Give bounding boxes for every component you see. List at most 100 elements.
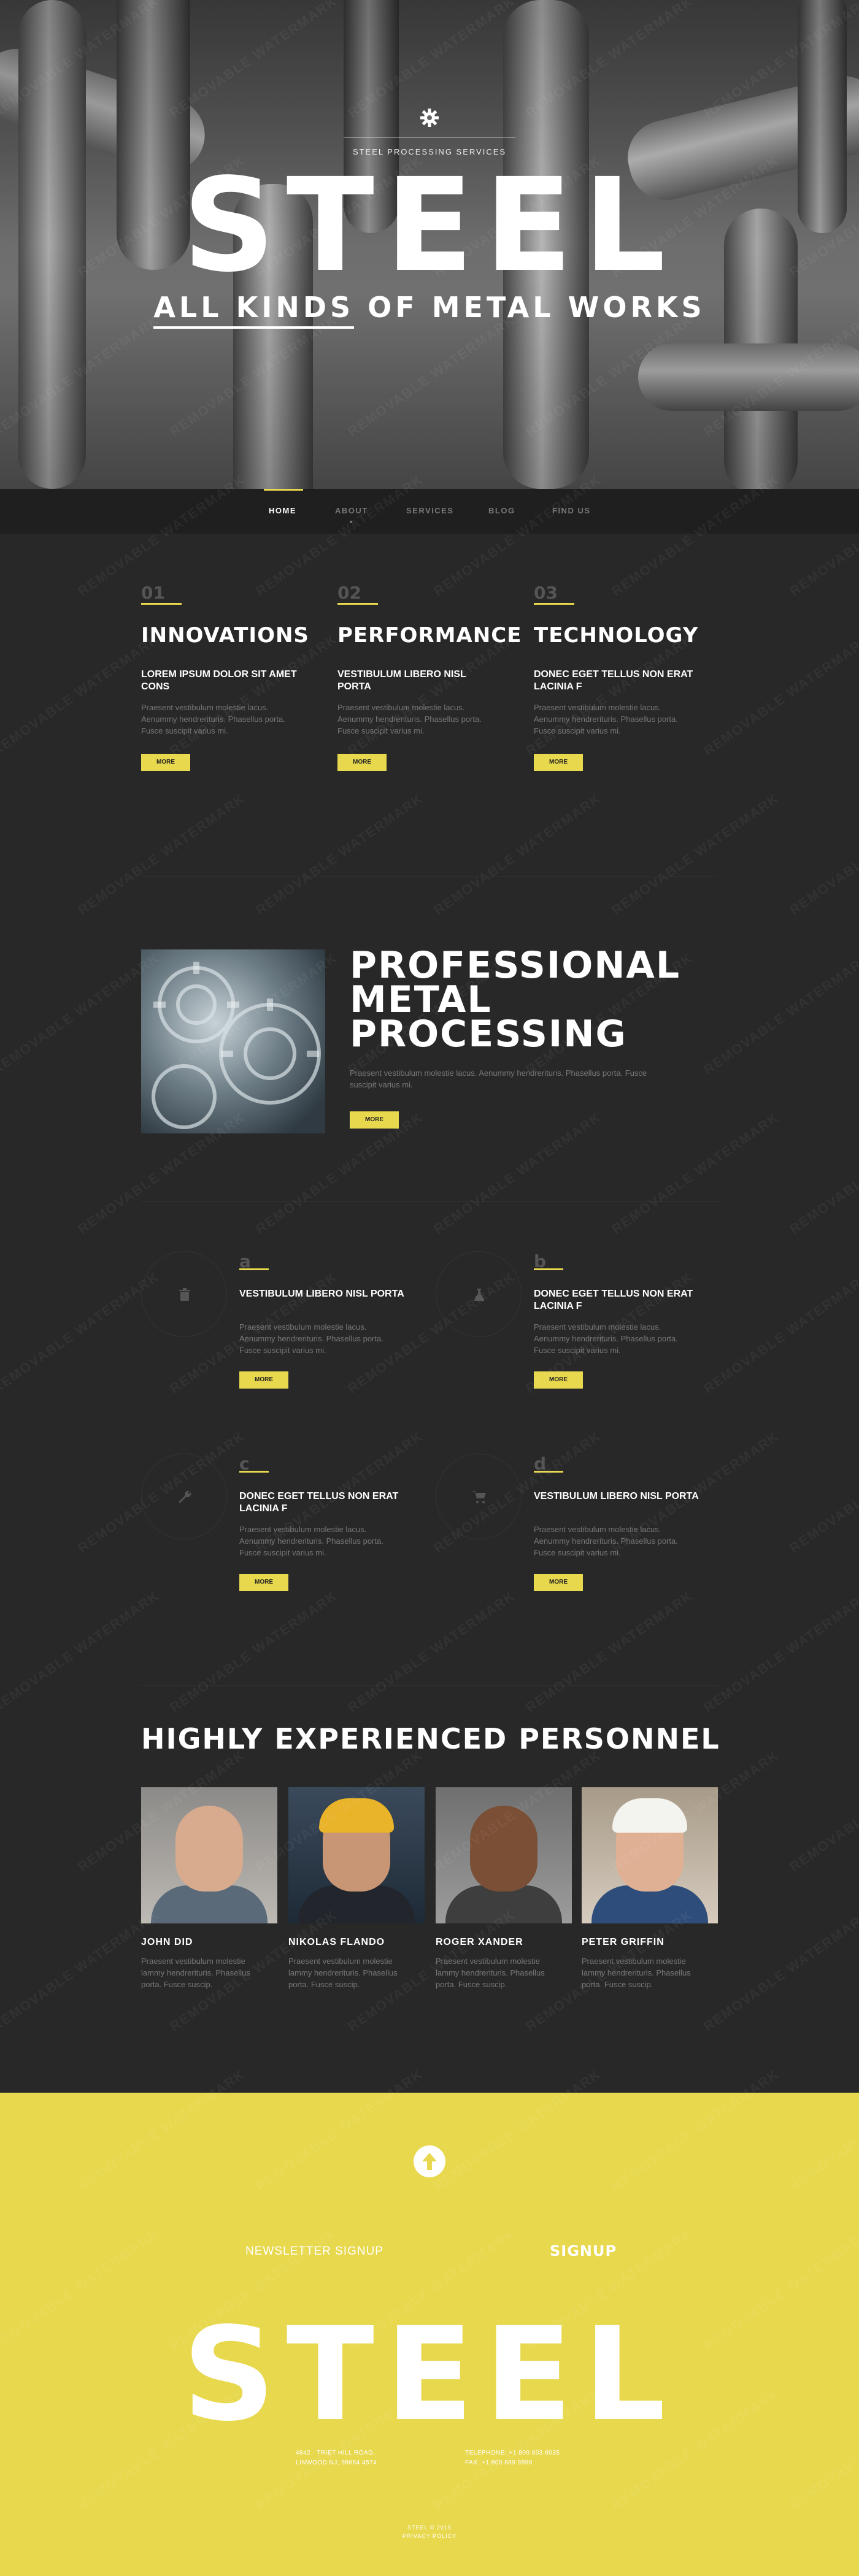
service-subtitle: VESTIBULUM LIBERO NISL PORTA bbox=[239, 1289, 404, 1299]
newsletter-label: NEWSLETTER SIGNUP bbox=[245, 2245, 383, 2258]
feature-title: TECHNOLOGY bbox=[534, 623, 699, 648]
watermark-text: REMOVABLE WATERMARK bbox=[787, 1428, 859, 1556]
footer-address: 4842 · TRIET HILL ROAD, LINWOOD NJ, 9868… bbox=[296, 2448, 377, 2468]
person-hardhat bbox=[319, 1798, 394, 1833]
person-face bbox=[470, 1806, 537, 1892]
section-divider bbox=[141, 1685, 718, 1686]
hero-tagline: ALL KINDS OF METAL WORKS bbox=[0, 291, 859, 329]
flask-icon bbox=[474, 1289, 485, 1301]
gears-image bbox=[141, 949, 325, 1133]
service-button-wrap: MORE bbox=[534, 1574, 583, 1591]
person-name: ROGER XANDER bbox=[436, 1937, 523, 1947]
feature-card: 03 TECHNOLOGY DONEC EGET TELLUS NON ERAT… bbox=[534, 583, 699, 771]
person-photo[interactable] bbox=[582, 1787, 718, 1923]
hero-content: STEEL PROCESSING SERVICES STEEL ALL KIND… bbox=[0, 0, 859, 489]
professional-title-line: METAL bbox=[350, 978, 492, 1021]
service-card: b DONEC EGET TELLUS NON ERAT LACINIA F P… bbox=[436, 1251, 730, 1398]
professional-button-wrap: MORE bbox=[350, 1111, 399, 1129]
gears-illustration bbox=[152, 962, 321, 1129]
footer-copyright: STEEL © 2015 PRIVACY POLICY bbox=[0, 2523, 859, 2540]
section-divider bbox=[141, 1201, 718, 1202]
more-button[interactable]: MORE bbox=[337, 754, 387, 771]
more-button[interactable]: MORE bbox=[534, 1371, 583, 1389]
hero-section: STEEL PROCESSING SERVICES STEEL ALL KIND… bbox=[0, 0, 859, 489]
watermark-text: REMOVABLE WATERMARK bbox=[523, 1587, 696, 1715]
service-subtitle: DONEC EGET TELLUS NON ERAT LACINIA F bbox=[534, 1289, 693, 1311]
person-photo[interactable] bbox=[436, 1787, 572, 1923]
watermark-text: REMOVABLE WATERMARK bbox=[701, 949, 859, 1078]
feature-number-bar bbox=[141, 603, 182, 605]
scroll-up-icon[interactable] bbox=[412, 2144, 447, 2179]
service-body: Praesent vestibulum molestie lacus. Aenu… bbox=[534, 1525, 678, 1557]
watermark-text: REMOVABLE WATERMARK bbox=[345, 1587, 518, 1715]
service-card: d VESTIBULUM LIBERO NISL PORTA Praesent … bbox=[436, 1454, 730, 1601]
nav-item-about[interactable]: ABOUT bbox=[335, 506, 368, 515]
watermark-text: REMOVABLE WATERMARK bbox=[787, 791, 859, 918]
person-name: JOHN DID bbox=[141, 1937, 193, 1947]
nav-active-indicator bbox=[264, 489, 303, 491]
signup-button[interactable]: SIGNUP bbox=[550, 2242, 617, 2260]
professional-title-line: PROFESSIONAL bbox=[350, 944, 681, 987]
service-button-wrap: MORE bbox=[534, 1371, 583, 1389]
watermark-text: REMOVABLE WATERMARK bbox=[0, 1268, 163, 1397]
service-body: Praesent vestibulum molestie lacus. Aenu… bbox=[239, 1525, 383, 1557]
service-icon-circle bbox=[436, 1251, 522, 1337]
hero-divider bbox=[344, 137, 515, 138]
more-button[interactable]: MORE bbox=[239, 1574, 288, 1591]
service-letter-bar bbox=[534, 1268, 563, 1270]
service-button-wrap: MORE bbox=[239, 1574, 288, 1591]
hero-title: STEEL bbox=[182, 150, 677, 301]
feature-number: 02 bbox=[337, 583, 361, 603]
footer-phones: TELEPHONE: +1 800 603 6035 FAX: +1 800 8… bbox=[465, 2448, 560, 2468]
feature-title: INNOVATIONS bbox=[141, 623, 309, 648]
more-button[interactable]: MORE bbox=[534, 754, 583, 771]
service-body: Praesent vestibulum molestie lacus. Aenu… bbox=[534, 1322, 678, 1355]
hero-tagline-underlined: ALL KINDS bbox=[153, 291, 355, 329]
feature-subtitle: VESTIBULUM LIBERO NISL PORTA bbox=[337, 669, 466, 692]
service-subtitle: DONEC EGET TELLUS NON ERAT LACINIA F bbox=[239, 1491, 399, 1514]
watermark-text: REMOVABLE WATERMARK bbox=[253, 790, 426, 918]
more-button[interactable]: MORE bbox=[141, 754, 190, 771]
person-bio: Praesent vestibulum molestie lammy hendr… bbox=[582, 1957, 691, 1989]
cart-icon bbox=[472, 1491, 486, 1503]
nav-item-home[interactable]: HOME bbox=[269, 506, 296, 515]
address-line: LINWOOD NJ, 98684 4574 bbox=[296, 2459, 377, 2466]
nav-item-services[interactable]: SERVICES bbox=[406, 506, 454, 515]
person-photo[interactable] bbox=[141, 1787, 277, 1923]
service-button-wrap: MORE bbox=[239, 1371, 288, 1389]
watermark-text: REMOVABLE WATERMARK bbox=[0, 1906, 163, 2034]
feature-card: 02 PERFORMANCE VESTIBULUM LIBERO NISL PO… bbox=[337, 583, 521, 771]
feature-number-bar bbox=[337, 603, 378, 605]
more-button[interactable]: MORE bbox=[534, 1574, 583, 1591]
watermark-text: REMOVABLE WATERMARK bbox=[75, 790, 248, 918]
privacy-policy-link[interactable]: PRIVACY POLICY bbox=[403, 2533, 456, 2539]
watermark-text: REMOVABLE WATERMARK bbox=[0, 949, 163, 1078]
feature-number-bar bbox=[534, 603, 574, 605]
professional-body: Praesent vestibulum molestie lacus. Aenu… bbox=[350, 1068, 647, 1089]
more-button[interactable]: MORE bbox=[239, 1371, 288, 1389]
person-card: JOHN DID Praesent vestibulum molestie la… bbox=[141, 1787, 277, 1990]
watermark-text: REMOVABLE WATERMARK bbox=[609, 790, 782, 918]
nav-item-blog[interactable]: BLOG bbox=[488, 506, 515, 515]
more-button[interactable]: MORE bbox=[350, 1111, 399, 1129]
page: STEEL PROCESSING SERVICES STEEL ALL KIND… bbox=[0, 0, 859, 2576]
service-letter-bar bbox=[239, 1471, 269, 1473]
feature-number: 03 bbox=[534, 583, 558, 603]
person-face bbox=[175, 1806, 243, 1892]
watermark-text: REMOVABLE WATERMARK bbox=[167, 1587, 341, 1715]
person-name: NIKOLAS FLANDO bbox=[288, 1937, 385, 1947]
feature-body: Praesent vestibulum molestie lacus. Aenu… bbox=[141, 703, 285, 735]
service-card: a VESTIBULUM LIBERO NISL PORTA Praesent … bbox=[141, 1251, 436, 1398]
phone-line: TELEPHONE: +1 800 603 6035 bbox=[465, 2450, 560, 2456]
personnel-title: HIGHLY EXPERIENCED PERSONNEL bbox=[141, 1722, 720, 1755]
gear-icon bbox=[420, 109, 439, 127]
person-photo[interactable] bbox=[288, 1787, 425, 1923]
person-bio: Praesent vestibulum molestie lammy hendr… bbox=[436, 1957, 545, 1989]
watermark-text: REMOVABLE WATERMARK bbox=[431, 1109, 604, 1237]
hero-tagline-rest: OF METAL WORKS bbox=[354, 291, 706, 324]
nav-item-find-us[interactable]: FIND US bbox=[552, 506, 591, 515]
service-icon-circle bbox=[141, 1251, 227, 1337]
main-nav: HOME ABOUT SERVICES BLOG FIND US bbox=[0, 489, 859, 534]
service-icon-circle bbox=[436, 1454, 522, 1539]
watermark-text: REMOVABLE WATERMARK bbox=[431, 790, 604, 918]
